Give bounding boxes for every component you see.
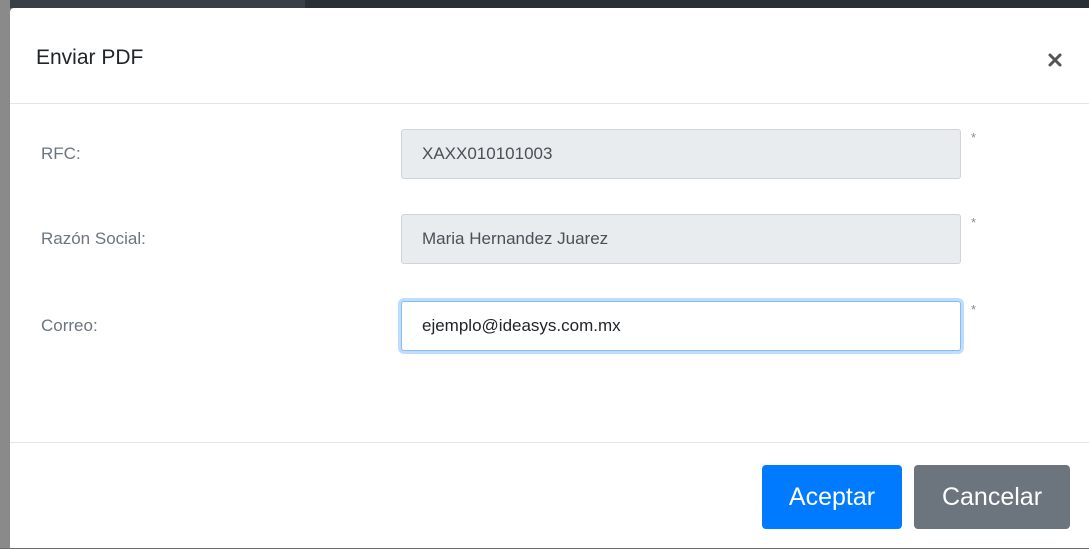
rfc-row: RFC: *: [10, 129, 1089, 179]
dialog-footer: Aceptar Cancelar: [10, 442, 1089, 549]
cancel-button[interactable]: Cancelar: [914, 465, 1070, 529]
razon-social-required-mark: *: [971, 215, 977, 230]
correo-row: Correo: *: [10, 301, 1089, 351]
close-button[interactable]: [1041, 45, 1069, 73]
backdrop-top-strip: [305, 0, 1089, 8]
send-pdf-dialog: Enviar PDF RFC: * Razón Social: * Correo…: [10, 8, 1089, 548]
correo-required-mark: *: [971, 302, 977, 317]
razon-social-field[interactable]: [401, 214, 961, 264]
rfc-label: RFC:: [41, 144, 81, 163]
dialog-title: Enviar PDF: [36, 46, 144, 69]
rfc-required-mark: *: [971, 130, 977, 145]
close-icon: [1048, 53, 1062, 67]
razon-social-label: Razón Social:: [41, 229, 146, 248]
razon-social-row: Razón Social: *: [10, 214, 1089, 264]
backdrop-top: [0, 0, 1089, 8]
rfc-field[interactable]: [401, 129, 961, 179]
dialog-header: Enviar PDF: [10, 8, 1089, 104]
correo-label: Correo:: [41, 316, 98, 335]
accept-button[interactable]: Aceptar: [762, 465, 902, 529]
backdrop-left: [0, 0, 10, 548]
email-field[interactable]: [401, 301, 961, 351]
